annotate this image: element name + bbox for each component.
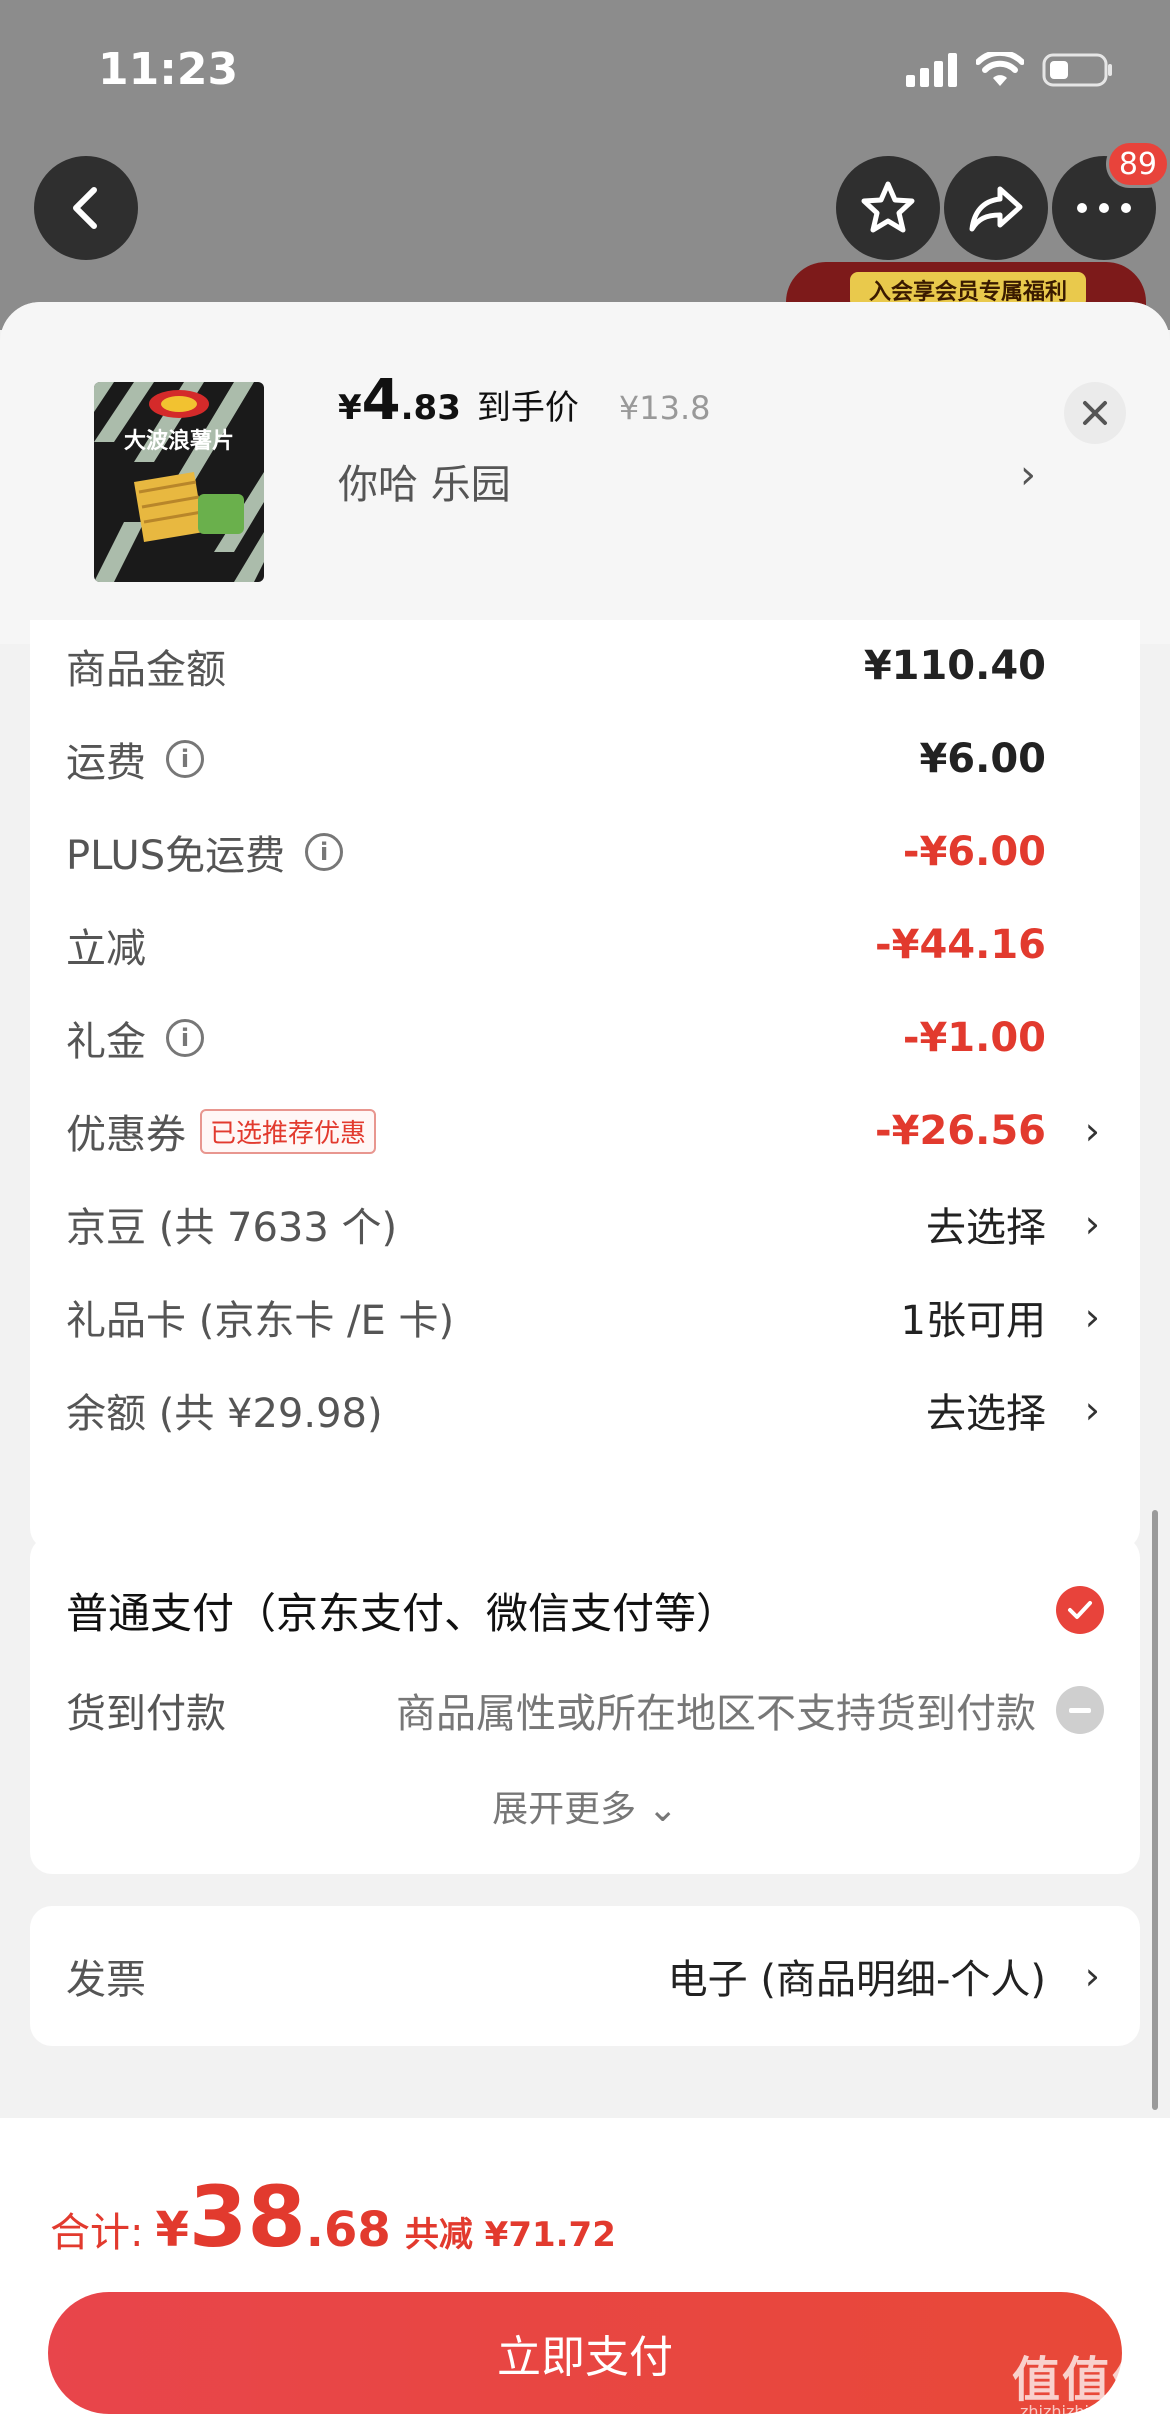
price-symbol: ¥ xyxy=(338,388,362,428)
original-price: ¥13.8 xyxy=(618,389,711,427)
summary-value: 去选择 xyxy=(926,1391,1046,1437)
total-symbol: ¥ xyxy=(155,2202,189,2258)
share-arrow-icon xyxy=(969,186,1023,232)
status-icons xyxy=(906,52,1114,88)
summary-label: 礼品卡 (京东卡 /E 卡) xyxy=(66,1298,455,1344)
invoice-card[interactable]: 发票 电子 (商品明细-个人) › xyxy=(30,1906,1140,2046)
summary-value: 1张可用 xyxy=(900,1298,1046,1344)
info-icon[interactable]: i xyxy=(305,833,344,871)
price-tag: 到手价 xyxy=(476,388,579,428)
checkout-sheet: 大波浪薯片 ¥ 4 .83 到手价 ¥13.8 你哈 乐园 › 商品金额 ¥11… xyxy=(0,302,1170,2118)
cod-unavailable-note: 商品属性或所在地区不支持货到付款 xyxy=(396,1691,1036,1737)
recommended-coupon-tag: 已选推荐优惠 xyxy=(200,1108,377,1154)
summary-row-goods-amount: 商品金额 ¥110.40 xyxy=(30,620,1140,712)
battery-icon xyxy=(1042,53,1112,87)
order-total: 合计: ¥ 38 .68 共减 ¥71.72 xyxy=(50,2168,616,2266)
product-image-label: 大波浪薯片 xyxy=(124,428,234,454)
status-bar: 11:23 xyxy=(0,0,1170,140)
summary-row-balance[interactable]: 余额 (共 ¥29.98) 去选择 › xyxy=(30,1364,1140,1456)
payment-option-normal[interactable]: 普通支付（京东支付、微信支付等） xyxy=(30,1560,1140,1660)
summary-value: 去选择 xyxy=(926,1205,1046,1251)
summary-row-gift-card[interactable]: 礼品卡 (京东卡 /E 卡) 1张可用 › xyxy=(30,1271,1140,1363)
signal-icon xyxy=(906,53,957,87)
invoice-value: 电子 (商品明细-个人) xyxy=(667,1957,1046,2003)
share-button[interactable] xyxy=(944,156,1048,260)
price-decimal: .83 xyxy=(400,388,461,428)
summary-label: 京豆 (共 7633 个) xyxy=(66,1205,398,1251)
more-button[interactable]: 89 xyxy=(1052,140,1170,260)
check-selected-icon xyxy=(1056,1586,1104,1634)
invoice-row[interactable]: 发票 电子 (商品明细-个人) › xyxy=(30,1930,1140,2022)
summary-value: -¥6.00 xyxy=(902,829,1046,875)
expand-more-button[interactable]: 展开更多 ⌄ xyxy=(30,1780,1140,1832)
favorite-button[interactable] xyxy=(836,156,940,260)
summary-label: 优惠券 xyxy=(66,1112,186,1158)
scrollbar[interactable] xyxy=(1152,1510,1158,2110)
product-header: 大波浪薯片 ¥ 4 .83 到手价 ¥13.8 你哈 乐园 › xyxy=(0,302,1170,644)
disabled-minus-icon xyxy=(1056,1686,1104,1734)
summary-row-jd-beans[interactable]: 京豆 (共 7633 个) 去选择 › xyxy=(30,1178,1140,1270)
watermark: 值值值 xyxy=(1012,2352,1163,2408)
chevron-right-icon: › xyxy=(1084,1295,1100,1339)
info-icon[interactable]: i xyxy=(166,1019,204,1057)
payment-option-cod: 货到付款 商品属性或所在地区不支持货到付款 xyxy=(30,1660,1140,1760)
status-time: 11:23 xyxy=(98,44,239,95)
pay-now-button[interactable]: 立即支付 xyxy=(48,2292,1122,2414)
price-integer: 4 xyxy=(361,368,401,433)
product-variant[interactable]: 你哈 乐园 xyxy=(338,452,511,510)
total-integer: 38 xyxy=(188,2168,306,2266)
chevron-right-icon: › xyxy=(1084,1388,1100,1432)
star-icon xyxy=(861,181,915,233)
payment-method-card: 普通支付（京东支付、微信支付等） 货到付款 商品属性或所在地区不支持货到付款 展… xyxy=(30,1536,1140,1874)
total-label: 合计: xyxy=(50,2210,144,2256)
total-saved: 共减 ¥71.72 xyxy=(404,2215,616,2255)
summary-label: 礼金 xyxy=(66,1019,146,1065)
summary-row-shipping: 运费 i ¥6.00 xyxy=(30,713,1140,805)
total-decimal: .68 xyxy=(305,2202,391,2258)
summary-label: 商品金额 xyxy=(66,647,226,693)
chevron-right-icon: › xyxy=(1084,1202,1100,1246)
price-line: ¥ 4 .83 到手价 ¥13.8 xyxy=(338,368,710,433)
summary-row-gift-money: 礼金 i -¥1.00 xyxy=(30,992,1140,1084)
summary-label: 立减 xyxy=(66,926,146,972)
back-button[interactable] xyxy=(34,156,138,260)
summary-value: -¥26.56 xyxy=(875,1108,1046,1154)
invoice-label: 发票 xyxy=(66,1957,146,2003)
close-icon xyxy=(1083,401,1107,425)
checkout-bottom-bar: 合计: ¥ 38 .68 共减 ¥71.72 立即支付 xyxy=(0,2118,1170,2430)
chevron-right-icon: › xyxy=(1084,1109,1100,1153)
summary-value: ¥110.40 xyxy=(863,643,1046,689)
chevron-down-icon: ⌄ xyxy=(647,1789,678,1830)
info-icon[interactable]: i xyxy=(166,740,204,778)
payment-normal-label: 普通支付（京东支付、微信支付等） xyxy=(66,1588,739,1638)
more-dots-icon xyxy=(1077,203,1131,213)
notification-badge: 89 xyxy=(1105,140,1170,188)
cod-label: 货到付款 xyxy=(66,1691,226,1737)
wifi-icon xyxy=(976,52,1024,86)
expand-more-label: 展开更多 xyxy=(492,1789,637,1830)
summary-value: -¥44.16 xyxy=(875,922,1046,968)
summary-value: ¥6.00 xyxy=(919,736,1046,782)
summary-label: 余额 (共 ¥29.98) xyxy=(66,1391,383,1437)
summary-label: 运费 xyxy=(66,740,146,786)
watermark-url: zhizhizhi.com xyxy=(1020,2402,1129,2421)
summary-row-instant-discount: 立减 -¥44.16 xyxy=(30,899,1140,991)
close-button[interactable] xyxy=(1064,382,1126,444)
chevron-right-icon: › xyxy=(1084,1954,1100,1998)
product-image: 大波浪薯片 xyxy=(94,382,264,582)
summary-row-plus-free-shipping: PLUS免运费 i -¥6.00 xyxy=(30,806,1140,898)
back-arrow-icon xyxy=(73,187,97,229)
summary-value: -¥1.00 xyxy=(902,1015,1046,1061)
summary-label: PLUS免运费 xyxy=(66,833,286,879)
price-summary-card: 商品金额 ¥110.40 运费 i ¥6.00 PLUS免运费 i -¥6.00 立… xyxy=(30,620,1140,1550)
variant-chevron-icon[interactable]: › xyxy=(1020,452,1036,498)
summary-row-coupon[interactable]: 优惠券 已选推荐优惠 -¥26.56 › xyxy=(30,1085,1140,1177)
